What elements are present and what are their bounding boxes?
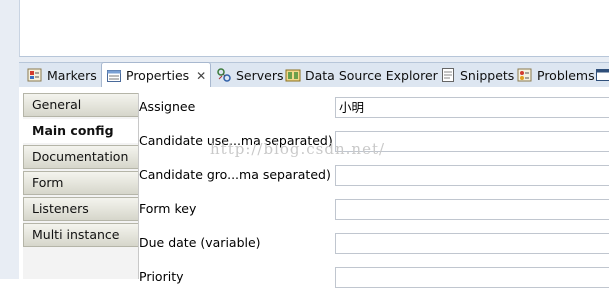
markers-icon: [27, 67, 43, 83]
view-tab-bar: Markers Properties ✕ Servers Data Source…: [19, 62, 609, 88]
close-icon[interactable]: ✕: [196, 69, 206, 83]
tab-problems[interactable]: Problems: [513, 63, 599, 87]
sidebar-item-documentation[interactable]: Documentation: [23, 145, 138, 169]
tab-label: Markers: [47, 68, 97, 83]
properties-icon: [106, 68, 122, 84]
left-gutter: [0, 0, 19, 279]
servers-icon: [216, 67, 232, 83]
due-date-field[interactable]: [335, 233, 609, 254]
sidebar-item-form[interactable]: Form: [23, 171, 138, 195]
snippets-icon: [440, 67, 456, 83]
properties-view: General Main config Documentation Form L…: [19, 87, 609, 279]
data-source-explorer-icon: [285, 67, 301, 83]
tab-data-source-explorer[interactable]: Data Source Explorer: [281, 63, 442, 87]
tab-label: Servers: [236, 68, 284, 83]
due-date-label: Due date (variable): [139, 232, 261, 254]
candidate-users-field[interactable]: [335, 131, 609, 152]
form-key-label: Form key: [139, 198, 196, 220]
tab-label: Data Source Explorer: [305, 68, 438, 83]
sidebar-item-listeners[interactable]: Listeners: [23, 197, 138, 221]
candidate-groups-field[interactable]: [335, 165, 609, 186]
priority-label: Priority: [139, 266, 184, 288]
assignee-field[interactable]: 小明: [335, 97, 609, 118]
sidebar-item-main-config[interactable]: Main config: [23, 119, 138, 143]
editor-area[interactable]: [19, 0, 609, 57]
sidebar-item-general[interactable]: General: [23, 93, 138, 117]
tab-servers[interactable]: Servers: [212, 63, 288, 87]
tab-markers[interactable]: Markers: [23, 63, 101, 87]
tab-label: Properties: [126, 68, 189, 83]
assignee-label: Assignee: [139, 96, 195, 118]
priority-field[interactable]: [335, 267, 609, 288]
console-icon: [595, 67, 609, 83]
properties-sidebar: General Main config Documentation Form L…: [23, 93, 139, 279]
problems-icon: [517, 67, 533, 83]
sidebar-item-multi-instance[interactable]: Multi instance: [23, 223, 138, 247]
tab-properties[interactable]: Properties ✕: [101, 62, 211, 88]
form-key-field[interactable]: [335, 199, 609, 220]
candidate-groups-label: Candidate gro...ma separated): [139, 164, 331, 186]
tab-label: Problems: [537, 68, 595, 83]
tab-overflow[interactable]: [591, 63, 609, 87]
tab-label: Snippets: [460, 68, 514, 83]
candidate-users-label: Candidate use...ma separated): [139, 130, 333, 152]
tab-snippets[interactable]: Snippets: [436, 63, 518, 87]
